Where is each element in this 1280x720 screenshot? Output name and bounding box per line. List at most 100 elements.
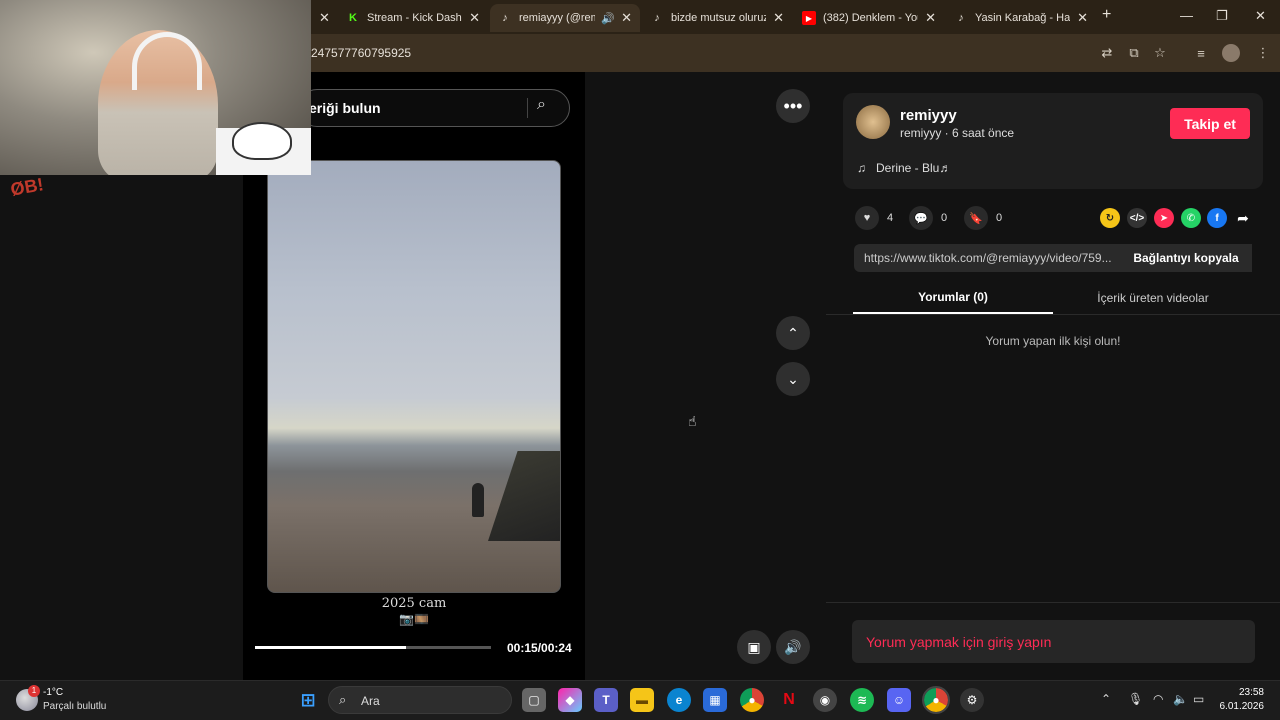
tab-tiktok-remiayyy[interactable]: ♪ remiayyy (@remiayyy) 🔊 ✕	[490, 4, 640, 32]
tiktok-icon: ♪	[654, 12, 660, 24]
author-username[interactable]: remiyyy	[900, 107, 957, 124]
copy-link-button[interactable]: Bağlantıyı kopyala	[1120, 244, 1252, 272]
search-icon[interactable]: ⌕	[537, 96, 546, 114]
chrome-icon[interactable]: ●	[740, 688, 764, 712]
windows-start-icon[interactable]: ⊞	[296, 688, 320, 712]
previous-video-button[interactable]: ⌃	[776, 316, 810, 350]
weather-desc[interactable]: Parçalı bulutlu	[43, 701, 106, 712]
file-explorer-icon[interactable]: ▬	[630, 688, 654, 712]
bookmark-icon[interactable]: 🔖	[964, 206, 988, 230]
teams-icon[interactable]: T	[594, 688, 618, 712]
translate-icon[interactable]: ⇄	[1098, 44, 1116, 62]
tab-label: Yorumlar (0)	[918, 290, 988, 304]
music-title[interactable]: Derine - Blu♬	[876, 161, 951, 175]
profile-avatar-icon[interactable]	[1222, 44, 1240, 62]
tab-title: bizde mutsuz oluruz	[671, 12, 766, 24]
close-icon[interactable]: ✕	[1077, 10, 1088, 26]
volume-button[interactable]: 🔊	[776, 630, 810, 664]
install-app-icon[interactable]: ⧉	[1125, 44, 1143, 62]
store-icon[interactable]: ▦	[703, 688, 727, 712]
close-icon[interactable]: ✕	[469, 10, 480, 26]
close-icon[interactable]: ✕	[621, 10, 632, 26]
tab-tiktok-bizde[interactable]: ♪ bizde mutsuz oluruz ✕	[642, 4, 792, 32]
comment-count: 0	[941, 212, 948, 224]
chrome-profile-icon[interactable]: ●	[922, 686, 950, 714]
media-control-icon[interactable]: ≡	[1192, 44, 1210, 62]
cat-drawing	[232, 122, 292, 160]
empty-comments-text: Yorum yapan ilk kişi olun!	[985, 334, 1121, 348]
comment-login-prompt[interactable]: Yorum yapmak için giriş yapın	[852, 620, 1255, 663]
facebook-icon[interactable]: f	[1207, 208, 1227, 228]
avatar[interactable]	[856, 105, 890, 139]
video-progress-bar[interactable]	[255, 646, 491, 649]
edge-icon[interactable]: e	[667, 688, 691, 712]
miniplayer-button[interactable]: ▣	[737, 630, 771, 664]
restore-icon[interactable]: ❐	[1216, 8, 1228, 24]
next-video-button[interactable]: ⌄	[776, 362, 810, 396]
search-divider	[527, 98, 528, 118]
wifi-icon[interactable]: ◠	[1153, 692, 1163, 706]
close-icon[interactable]: ✕	[925, 10, 936, 26]
search-input[interactable]: eriği bulun ⌕	[298, 89, 570, 127]
send-icon[interactable]: ➤	[1154, 208, 1174, 228]
comment-icon[interactable]: 💬	[909, 206, 933, 230]
window-close-icon[interactable]: ✕	[1255, 8, 1266, 24]
save-stat[interactable]: 🔖 0	[964, 206, 1002, 230]
close-icon[interactable]: ✕	[773, 10, 784, 26]
menu-kebab-icon[interactable]: ⋮	[1254, 44, 1272, 62]
repost-icon[interactable]: ↻	[1100, 208, 1120, 228]
heart-icon[interactable]: ♥	[855, 206, 879, 230]
minimize-icon[interactable]: —	[1180, 8, 1193, 23]
bookmark-star-icon[interactable]: ☆	[1151, 44, 1169, 62]
copilot-icon[interactable]: ◆	[558, 688, 582, 712]
comment-stat[interactable]: 💬 0	[909, 206, 947, 230]
video-link-text: https://www.tiktok.com/@remiayyy/video/7…	[864, 251, 1112, 265]
weather-temp[interactable]: -1°C	[43, 687, 63, 698]
settings-gear-icon[interactable]: ⚙	[960, 688, 984, 712]
tab-title: remiayyy (@remiayyy)	[519, 12, 595, 24]
tray-chevron-icon[interactable]: ⌃	[1101, 692, 1111, 706]
follow-button[interactable]: Takip et	[1170, 108, 1250, 139]
clock-time[interactable]: 23:58	[1222, 687, 1264, 698]
whatsapp-icon[interactable]: ✆	[1181, 208, 1201, 228]
share-arrow-icon[interactable]: ➦	[1233, 208, 1253, 228]
mouse-cursor-icon: ☝	[688, 413, 697, 429]
search-icon: ⌕	[339, 692, 347, 707]
author-subline: remiyyy · 6 saat önce	[900, 126, 1015, 140]
rocks-shape	[488, 451, 560, 541]
battery-icon[interactable]: ▭	[1193, 692, 1204, 706]
tab-comments[interactable]: Yorumlar (0)	[853, 282, 1053, 314]
save-count: 0	[996, 212, 1003, 224]
weather-badge: 1	[28, 685, 40, 697]
discord-icon[interactable]: ☺	[887, 688, 911, 712]
tab-close-partial[interactable]: ✕	[311, 4, 335, 32]
taskbar-search-label: Ara	[361, 694, 380, 708]
clock-date[interactable]: 6.01.2026	[1210, 701, 1265, 712]
chevron-up-icon: ⌃	[787, 324, 799, 341]
tabs-divider	[826, 314, 1280, 315]
tab-title: Stream - Kick Dashboard	[367, 12, 462, 24]
video-player[interactable]	[267, 160, 561, 593]
tab-creator-videos[interactable]: İçerik üreten videolar	[1053, 282, 1253, 314]
obs-icon[interactable]: ◉	[813, 688, 837, 712]
tab-tiktok-yasin[interactable]: ♪ Yasin Karabağ - Hayat ✕	[946, 4, 1096, 32]
new-tab-icon[interactable]: +	[1102, 6, 1111, 24]
tab-youtube-denklem[interactable]: ▶ (382) Denklem - YouTube ✕	[794, 4, 944, 32]
tab-kick-dashboard[interactable]: K Stream - Kick Dashboard ✕	[338, 4, 488, 32]
url-text[interactable]: 247577760795925	[311, 46, 411, 60]
video-emoji: 📷🎞️	[399, 612, 429, 626]
microphone-icon[interactable]: 🎙	[1128, 692, 1143, 706]
close-icon[interactable]: ✕	[319, 10, 330, 26]
speaker-icon[interactable]: 🔈	[1173, 692, 1188, 706]
speaker-icon[interactable]: 🔊	[601, 12, 615, 25]
kick-icon: K	[349, 12, 357, 24]
video-caption: 2025 cam	[381, 596, 447, 611]
more-options-button[interactable]: •••	[776, 89, 810, 123]
taskbar-search[interactable]: ⌕ Ara	[328, 686, 512, 714]
person-silhouette	[472, 483, 484, 517]
netflix-icon[interactable]: N	[777, 688, 801, 712]
like-stat[interactable]: ♥ 4	[855, 206, 893, 230]
spotify-icon[interactable]: ≋	[850, 688, 874, 712]
task-view-icon[interactable]: ▢	[522, 688, 546, 712]
embed-code-icon[interactable]: </>	[1127, 208, 1147, 228]
